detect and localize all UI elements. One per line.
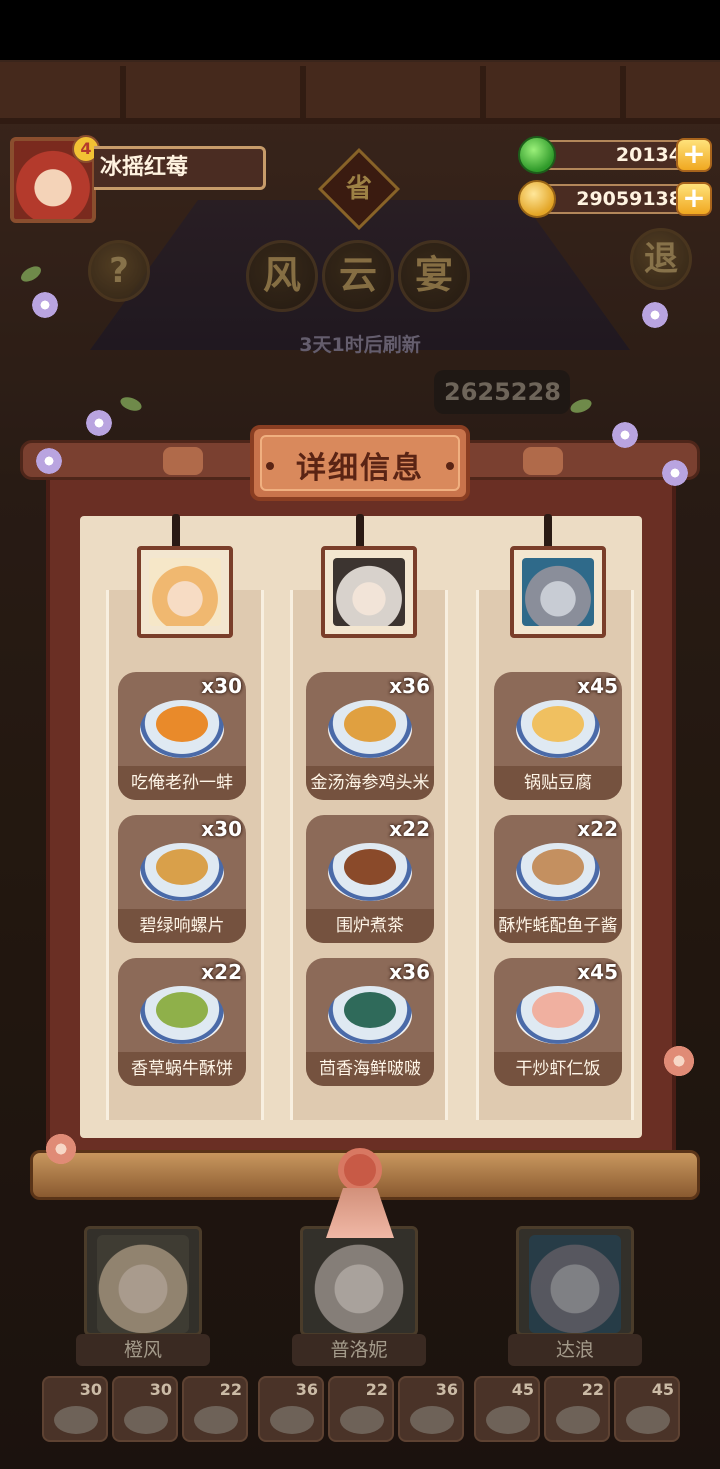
dish-slot[interactable]: 22	[182, 1376, 248, 1442]
dish-card[interactable]: x22 香草蜗牛酥饼	[118, 958, 246, 1086]
dish-name: 围炉煮茶	[306, 909, 434, 943]
chef-card[interactable]	[300, 1226, 418, 1336]
slot-count: 30	[79, 1380, 102, 1399]
food-icon	[156, 992, 208, 1028]
dish-slot[interactable]: 36	[398, 1376, 464, 1442]
slot-count: 36	[295, 1380, 318, 1399]
dish-card[interactable]: x30 碧绿响螺片	[118, 815, 246, 943]
dish-count: x30	[201, 817, 242, 841]
blossom-decoration	[44, 1132, 78, 1166]
food-icon	[532, 992, 584, 1028]
dish-count: x36	[389, 960, 430, 984]
gem-counter: 20134 +	[518, 136, 712, 174]
dish-slot[interactable]: 30	[42, 1376, 108, 1442]
status-bar	[0, 0, 720, 60]
dish-count: x45	[577, 674, 618, 698]
dish-name: 茴香海鲜啵啵	[306, 1052, 434, 1086]
dish-slot[interactable]: 45	[614, 1376, 680, 1442]
slot-count: 45	[651, 1380, 674, 1399]
chef-name-label: 达浪	[508, 1334, 642, 1366]
panel-title: 详细信息	[296, 451, 424, 486]
chef-card[interactable]	[84, 1226, 202, 1336]
dish-card[interactable]: x36 金汤海参鸡头米	[306, 672, 434, 800]
dish-count: x30	[201, 674, 242, 698]
food-icon	[532, 849, 584, 885]
slot-count: 22	[365, 1380, 388, 1399]
flower-decoration	[30, 290, 60, 320]
dish-slot[interactable]: 45	[474, 1376, 540, 1442]
chef-name-label: 橙风	[76, 1334, 210, 1366]
dish-card[interactable]: x36 茴香海鲜啵啵	[306, 958, 434, 1086]
player-name: 冰摇红莓	[94, 146, 266, 190]
scroll-tassel	[322, 1148, 398, 1238]
dish-card[interactable]: x45 锅贴豆腐	[494, 672, 622, 800]
food-icon	[156, 849, 208, 885]
dish-name: 碧绿响螺片	[118, 909, 246, 943]
dish-card[interactable]: x22 围炉煮茶	[306, 815, 434, 943]
blossom-decoration	[662, 1044, 696, 1078]
dish-card[interactable]: x45 干炒虾仁饭	[494, 958, 622, 1086]
dish-count: x22	[577, 817, 618, 841]
rod-knob	[163, 447, 203, 475]
add-coins-button[interactable]: +	[676, 182, 712, 216]
chef-portrait[interactable]	[137, 546, 233, 638]
dish-slot[interactable]: 22	[544, 1376, 610, 1442]
dish-name: 吃俺老孙一蚌	[118, 766, 246, 800]
dish-card[interactable]: x30 吃俺老孙一蚌	[118, 672, 246, 800]
chef-portrait[interactable]	[510, 546, 606, 638]
dish-name: 酥炸蚝配鱼子酱	[494, 909, 622, 943]
food-icon	[532, 706, 584, 742]
dish-slot[interactable]: 22	[328, 1376, 394, 1442]
flower-decoration	[84, 408, 114, 438]
dish-slot[interactable]: 30	[112, 1376, 178, 1442]
dish-name: 金汤海参鸡头米	[306, 766, 434, 800]
slot-count: 22	[581, 1380, 604, 1399]
slot-count: 45	[511, 1380, 534, 1399]
flower-decoration	[660, 458, 690, 488]
food-icon	[344, 706, 396, 742]
chef-name-label: 普洛妮	[292, 1334, 426, 1366]
dish-slot[interactable]: 36	[258, 1376, 324, 1442]
dish-card[interactable]: x22 酥炸蚝配鱼子酱	[494, 815, 622, 943]
gem-amount: 20134	[540, 140, 690, 170]
flower-decoration	[610, 420, 640, 450]
chef-card[interactable]	[516, 1226, 634, 1336]
coin-amount: 29059138	[540, 184, 690, 214]
slot-count: 36	[435, 1380, 458, 1399]
player-avatar[interactable]: 4	[10, 135, 100, 223]
dish-name: 香草蜗牛酥饼	[118, 1052, 246, 1086]
dish-count: x22	[201, 960, 242, 984]
gem-icon	[518, 136, 556, 174]
flower-decoration	[640, 300, 670, 330]
food-icon	[344, 849, 396, 885]
dish-name: 干炒虾仁饭	[494, 1052, 622, 1086]
dish-count: x22	[389, 817, 430, 841]
dish-count: x36	[389, 674, 430, 698]
game-screen: 省 ? 退 风 云 宴 3天1时后刷新 2625228 4 冰摇红莓 20134…	[0, 0, 720, 1469]
slot-count: 30	[149, 1380, 172, 1399]
coin-counter: 29059138 +	[518, 180, 712, 218]
rod-knob	[523, 447, 563, 475]
slot-count: 22	[219, 1380, 242, 1399]
food-icon	[344, 992, 396, 1028]
food-icon	[156, 706, 208, 742]
coin-icon	[518, 180, 556, 218]
dish-count: x45	[577, 960, 618, 984]
add-gems-button[interactable]: +	[676, 138, 712, 172]
dish-name: 锅贴豆腐	[494, 766, 622, 800]
chef-portrait[interactable]	[321, 546, 417, 638]
flower-decoration	[34, 446, 64, 476]
